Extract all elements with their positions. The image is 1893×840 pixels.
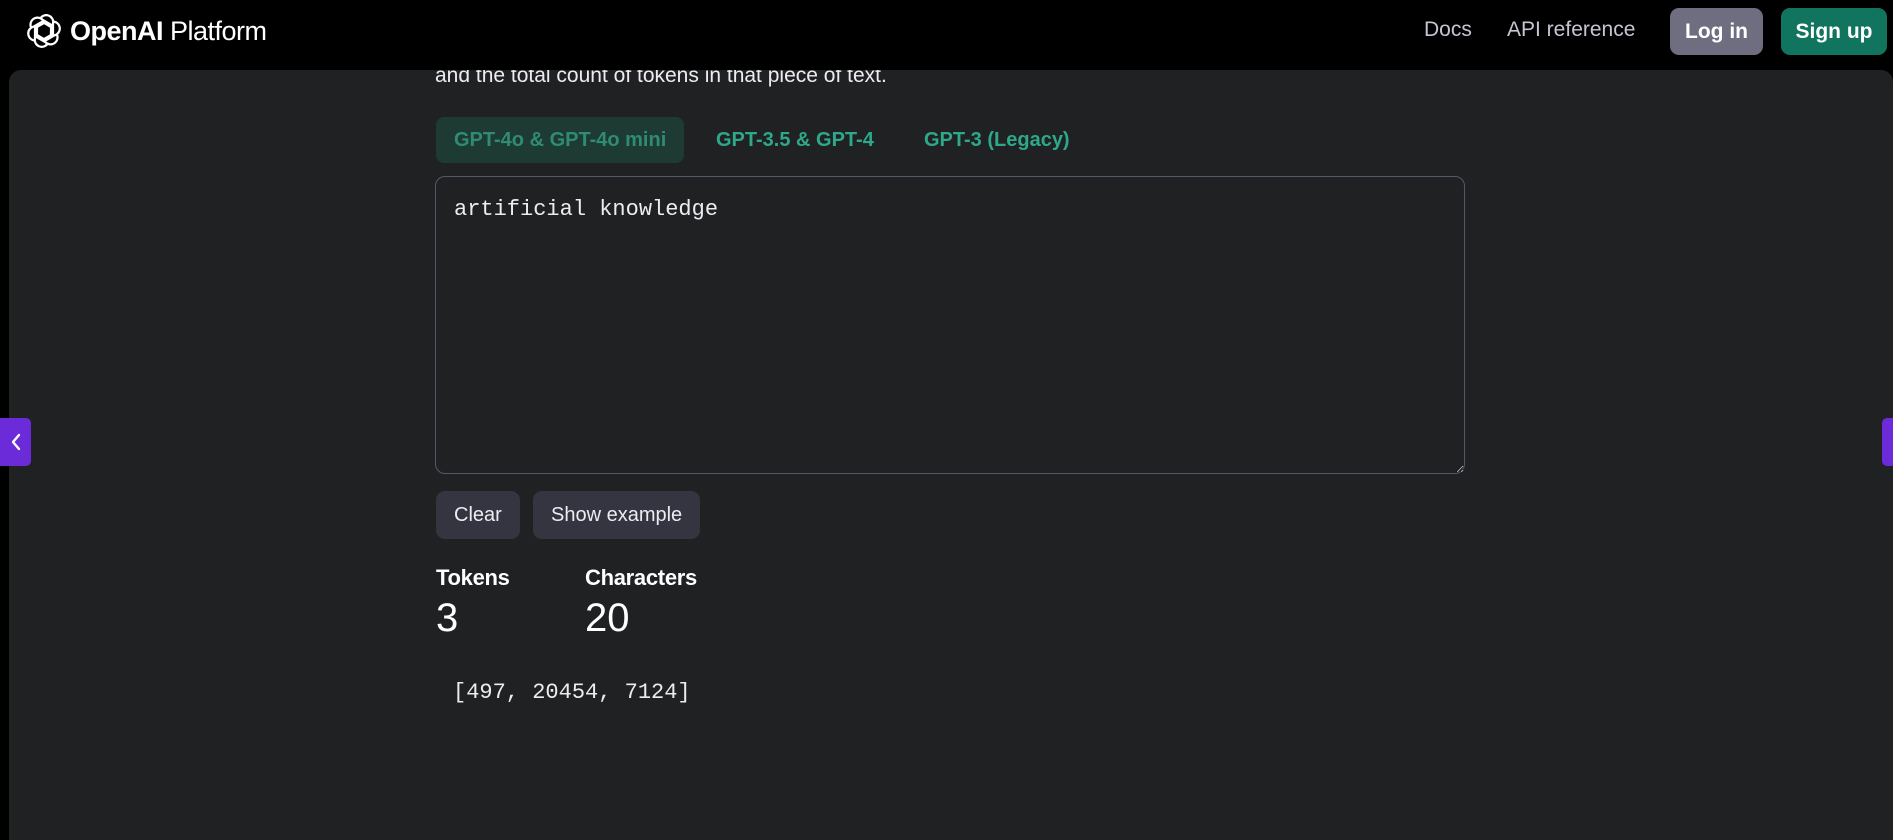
tab-gpt-3-legacy[interactable]: GPT-3 (Legacy) bbox=[906, 117, 1088, 163]
chevron-left-icon bbox=[11, 433, 20, 451]
intro-text: and the total count of tokens in that pi… bbox=[435, 70, 887, 87]
tokens-label: Tokens bbox=[436, 565, 510, 590]
login-button[interactable]: Log in bbox=[1670, 8, 1763, 55]
nav-api-reference-link[interactable]: API reference bbox=[1507, 18, 1635, 42]
nav-docs-link[interactable]: Docs bbox=[1424, 18, 1472, 42]
top-navigation-bar: OpenAI Platform Docs API reference Log i… bbox=[0, 0, 1893, 70]
signup-button[interactable]: Sign up bbox=[1781, 8, 1887, 55]
openai-logo-icon bbox=[27, 14, 61, 48]
previous-page-button[interactable] bbox=[0, 418, 31, 466]
next-page-button[interactable] bbox=[1882, 418, 1893, 466]
brand-name-bold: OpenAI bbox=[70, 15, 164, 46]
brand-home-link[interactable]: OpenAI Platform bbox=[26, 13, 267, 49]
token-ids-output: [497, 20454, 7124] bbox=[453, 680, 691, 705]
characters-label: Characters bbox=[585, 565, 697, 590]
brand-name-suffix: Platform bbox=[163, 15, 267, 46]
token-input-textarea[interactable] bbox=[435, 176, 1465, 474]
tab-gpt-3-5-gpt-4[interactable]: GPT-3.5 & GPT-4 bbox=[698, 117, 892, 163]
characters-count: 20 bbox=[585, 596, 630, 640]
tokenizer-panel: and the total count of tokens in that pi… bbox=[9, 70, 1893, 840]
tab-gpt-4o[interactable]: GPT-4o & GPT-4o mini bbox=[436, 117, 685, 163]
tokens-count: 3 bbox=[436, 596, 459, 640]
brand-name: OpenAI Platform bbox=[70, 16, 267, 47]
show-example-button[interactable]: Show example bbox=[533, 491, 701, 539]
clear-button[interactable]: Clear bbox=[436, 491, 520, 539]
